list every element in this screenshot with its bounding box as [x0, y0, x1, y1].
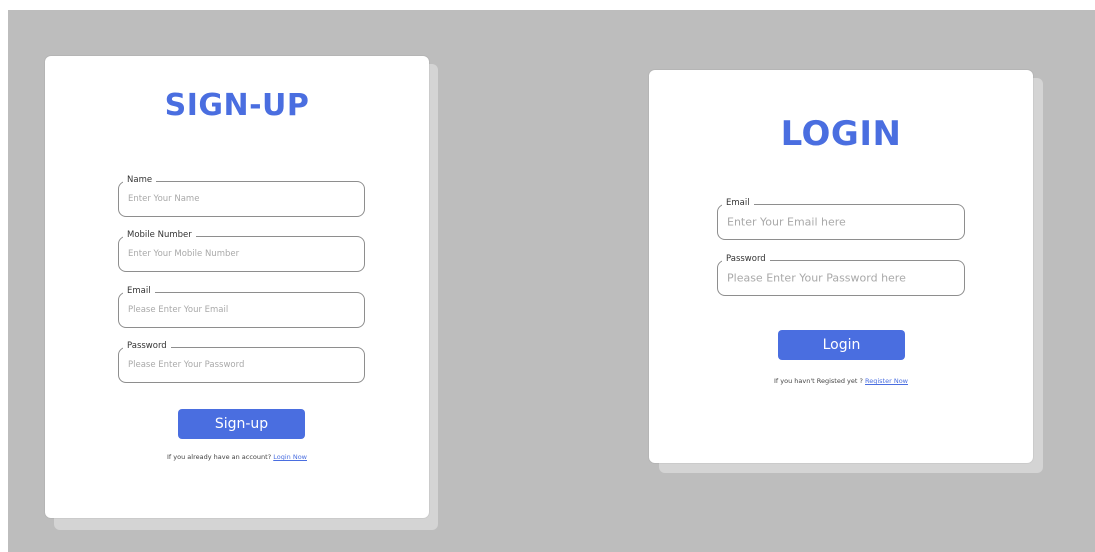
- mobile-number-input[interactable]: [128, 249, 355, 259]
- name-field-label: Name: [123, 174, 157, 186]
- signup-footer-text: If you already have an account?: [167, 453, 272, 461]
- login-card: LOGIN Email Password Login If you havn't…: [649, 70, 1033, 463]
- login-email-field[interactable]: Email: [717, 197, 965, 240]
- login-footer-text: If you havn't Registed yet ?: [773, 377, 863, 385]
- register-now-link[interactable]: Register Now: [865, 377, 908, 385]
- signup-email-field[interactable]: Email: [118, 285, 365, 328]
- signup-card: SIGN-UP Name Mobile Number Email Passwor…: [45, 56, 429, 518]
- signup-footer: If you already have an account? Login No…: [45, 453, 429, 461]
- name-input[interactable]: [128, 194, 355, 204]
- login-email-field-label: Email: [722, 197, 754, 209]
- mobile-number-field-label: Mobile Number: [123, 229, 196, 241]
- signup-password-input[interactable]: [128, 360, 355, 370]
- signup-password-field[interactable]: Password: [118, 340, 365, 383]
- signup-password-field-label: Password: [123, 340, 171, 352]
- login-button[interactable]: Login: [778, 330, 905, 360]
- name-field[interactable]: Name: [118, 174, 365, 217]
- login-password-input[interactable]: [727, 271, 955, 285]
- signup-title: SIGN-UP: [164, 88, 310, 123]
- mobile-number-field[interactable]: Mobile Number: [118, 229, 365, 272]
- login-now-link[interactable]: Login Now: [273, 453, 307, 461]
- login-password-field-label: Password: [722, 253, 770, 265]
- login-email-input[interactable]: [727, 215, 955, 229]
- signup-button[interactable]: Sign-up: [178, 409, 305, 439]
- login-footer: If you havn't Registed yet ? Register No…: [649, 377, 1033, 385]
- login-title: LOGIN: [780, 114, 902, 154]
- signup-email-field-label: Email: [123, 285, 155, 297]
- signup-email-input[interactable]: [128, 305, 355, 315]
- login-password-field[interactable]: Password: [717, 253, 965, 296]
